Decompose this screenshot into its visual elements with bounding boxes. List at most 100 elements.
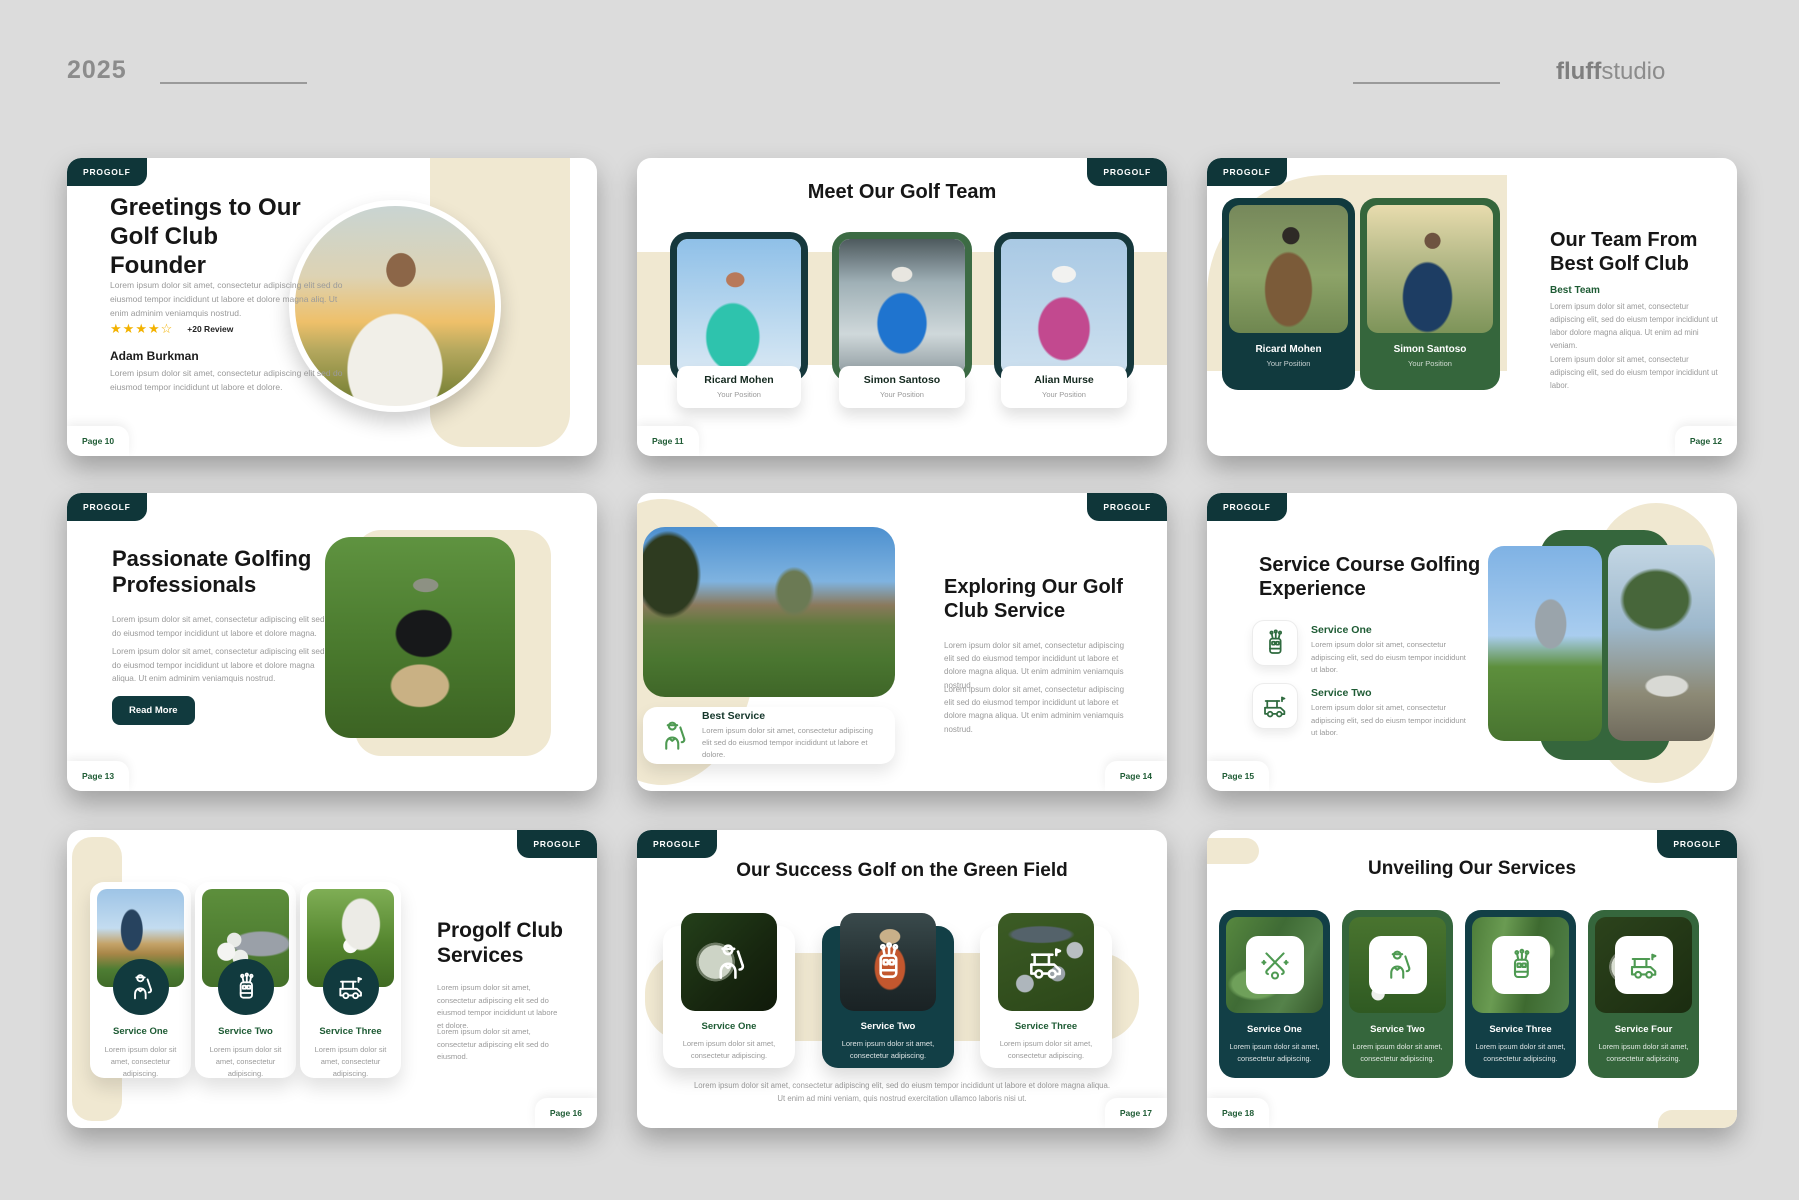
studio-logo-light: studio bbox=[1601, 58, 1665, 85]
progolf-badge: PROGOLF bbox=[637, 830, 717, 858]
service-card: Service One Lorem ipsum dolor sit amet, … bbox=[90, 882, 191, 1078]
service-text: Lorem ipsum dolor sit amet, consectetur … bbox=[98, 1044, 183, 1080]
member-name: Alian Murse bbox=[1004, 374, 1124, 386]
service-title: Service One bbox=[663, 1021, 795, 1032]
service-card: Service Two Lorem ipsum dolor sit amet, … bbox=[195, 882, 296, 1078]
golfer-icon bbox=[113, 959, 169, 1015]
golf-swing-photo bbox=[1488, 546, 1602, 741]
palm-trees-photo bbox=[1608, 545, 1715, 741]
slide-best-team[interactable]: PROGOLF Ricard Mohen Your Position Simon… bbox=[1207, 158, 1737, 456]
year-label: 2025 bbox=[67, 56, 127, 85]
slide-service-course[interactable]: PROGOLF Service Course Golfing Experienc… bbox=[1207, 493, 1737, 791]
service-title: Service Four bbox=[1588, 1024, 1699, 1035]
slide-founder[interactable]: PROGOLF Greetings to Our Golf Club Found… bbox=[67, 158, 597, 456]
member-name: Simon Santoso bbox=[1367, 344, 1493, 355]
service-photo bbox=[840, 913, 936, 1011]
page-number-tab: Page 17 bbox=[1105, 1098, 1167, 1128]
page-number-tab: Page 10 bbox=[67, 426, 129, 456]
service-card: Service Four Lorem ipsum dolor sit amet,… bbox=[1588, 910, 1699, 1078]
service-title: Service Three bbox=[980, 1021, 1112, 1032]
paragraph: Lorem ipsum dolor sit amet, consectetur … bbox=[944, 683, 1132, 736]
progolf-badge: PROGOLF bbox=[1657, 830, 1737, 858]
member-position: Your Position bbox=[842, 390, 962, 399]
best-service-card: Best Service Lorem ipsum dolor sit amet,… bbox=[643, 707, 895, 764]
member-position: Your Position bbox=[1229, 359, 1348, 368]
page-number-tab: Page 18 bbox=[1207, 1098, 1269, 1128]
member-name: Ricard Mohen bbox=[1229, 344, 1348, 355]
paragraph: Lorem ipsum dolor sit amet, consectetur … bbox=[437, 1026, 565, 1064]
slide-subtitle: Best Team bbox=[1550, 285, 1600, 296]
header-rule-right bbox=[1353, 82, 1500, 84]
slide-title: Our Team From Best Golf Club bbox=[1550, 228, 1725, 276]
team-member-nameplate: Ricard Mohen Your Position bbox=[677, 366, 801, 408]
footer-paragraph: Lorem ipsum dolor sit amet, consectetur … bbox=[692, 1080, 1112, 1106]
slide-passionate[interactable]: PROGOLF Passionate Golfing Professionals… bbox=[67, 493, 597, 791]
page-number-tab: Page 11 bbox=[637, 426, 699, 456]
slide-unveiling[interactable]: PROGOLF Unveiling Our Services Service O… bbox=[1207, 830, 1737, 1128]
team-member-card bbox=[994, 232, 1134, 382]
service-text: Lorem ipsum dolor sit amet, consectetur … bbox=[834, 1038, 942, 1062]
member-position: Your Position bbox=[680, 390, 798, 399]
slide-title: Service Course Golfing Experience bbox=[1259, 553, 1489, 601]
slide-club-services[interactable]: PROGOLF Service One Lorem ipsum dolor si… bbox=[67, 830, 597, 1128]
progolf-badge: PROGOLF bbox=[67, 158, 147, 186]
team-member-photo bbox=[677, 239, 801, 375]
star-icon: ★ bbox=[148, 321, 161, 337]
team-member-photo bbox=[1001, 239, 1127, 375]
page-number-tab: Page 12 bbox=[1675, 426, 1737, 456]
progolf-badge: PROGOLF bbox=[1207, 493, 1287, 521]
feature-title: Best Service bbox=[702, 710, 883, 722]
service-title: Service One bbox=[1219, 1024, 1330, 1035]
service-item-title: Service One bbox=[1311, 624, 1372, 636]
service-title: Service Two bbox=[195, 1026, 296, 1037]
golf-bag-icon bbox=[218, 959, 274, 1015]
service-title: Service Two bbox=[822, 1021, 954, 1032]
progolf-badge: PROGOLF bbox=[67, 493, 147, 521]
service-text: Lorem ipsum dolor sit amet, consectetur … bbox=[1228, 1041, 1321, 1064]
paragraph: Lorem ipsum dolor sit amet, consectetur … bbox=[112, 613, 330, 640]
page-number-tab: Page 16 bbox=[535, 1098, 597, 1128]
progolf-badge: PROGOLF bbox=[517, 830, 597, 858]
header-rule-left bbox=[160, 82, 307, 84]
team-member-card: Ricard Mohen Your Position bbox=[1222, 198, 1355, 390]
service-card: Service Two Lorem ipsum dolor sit amet, … bbox=[1342, 910, 1453, 1078]
slide-title: Progolf Club Services bbox=[437, 918, 582, 968]
progolf-badge: PROGOLF bbox=[1087, 158, 1167, 186]
service-item-text: Lorem ipsum dolor sit amet, consectetur … bbox=[1311, 702, 1469, 740]
slide-exploring[interactable]: PROGOLF Best Service Lorem ipsum dolor s… bbox=[637, 493, 1167, 791]
founder-name: Adam Burkman bbox=[110, 349, 199, 363]
star-icon: ★ bbox=[123, 321, 136, 337]
golf-bag-icon bbox=[1492, 936, 1550, 994]
service-text: Lorem ipsum dolor sit amet, consectetur … bbox=[1351, 1041, 1444, 1064]
slide-team[interactable]: PROGOLF Meet Our Golf Team Ricard Mohen … bbox=[637, 158, 1167, 456]
team-member-photo bbox=[839, 239, 965, 375]
service-photo bbox=[998, 913, 1094, 1011]
golfer-icon bbox=[655, 718, 691, 754]
read-more-button[interactable]: Read More bbox=[112, 696, 195, 725]
progolf-badge: PROGOLF bbox=[1087, 493, 1167, 521]
service-title: Service Two bbox=[1342, 1024, 1453, 1035]
rating-row: ★ ★ ★ ★ ☆ +20 Review bbox=[110, 321, 233, 337]
golfer-photo bbox=[325, 537, 515, 738]
star-icon: ★ bbox=[110, 321, 123, 337]
service-text: Lorem ipsum dolor sit amet, consectetur … bbox=[1597, 1041, 1690, 1064]
golfer-icon bbox=[1369, 936, 1427, 994]
team-member-nameplate: Simon Santoso Your Position bbox=[839, 366, 965, 408]
review-count-label: +20 Review bbox=[187, 324, 233, 334]
paragraph: Lorem ipsum dolor sit amet, consectetur … bbox=[437, 982, 565, 1032]
team-member-card: Simon Santoso Your Position bbox=[1360, 198, 1500, 390]
star-outline-icon: ☆ bbox=[161, 321, 174, 337]
slide-title: Greetings to Our Golf Club Founder bbox=[110, 194, 320, 280]
slide-success[interactable]: PROGOLF Our Success Golf on the Green Fi… bbox=[637, 830, 1167, 1128]
service-icon-tile bbox=[1252, 683, 1298, 729]
paragraph: Lorem ipsum dolor sit amet, consectetur … bbox=[1550, 354, 1718, 393]
team-member-photo bbox=[1229, 205, 1348, 333]
member-name: Ricard Mohen bbox=[680, 374, 798, 386]
page-number-tab: Page 15 bbox=[1207, 761, 1269, 791]
golf-cart-icon bbox=[323, 959, 379, 1015]
golf-cart-icon bbox=[1260, 691, 1290, 721]
team-member-card bbox=[832, 232, 972, 382]
beige-corner bbox=[1658, 1110, 1737, 1128]
service-text: Lorem ipsum dolor sit amet, consectetur … bbox=[1474, 1041, 1567, 1064]
service-text: Lorem ipsum dolor sit amet, consectetur … bbox=[992, 1038, 1100, 1062]
